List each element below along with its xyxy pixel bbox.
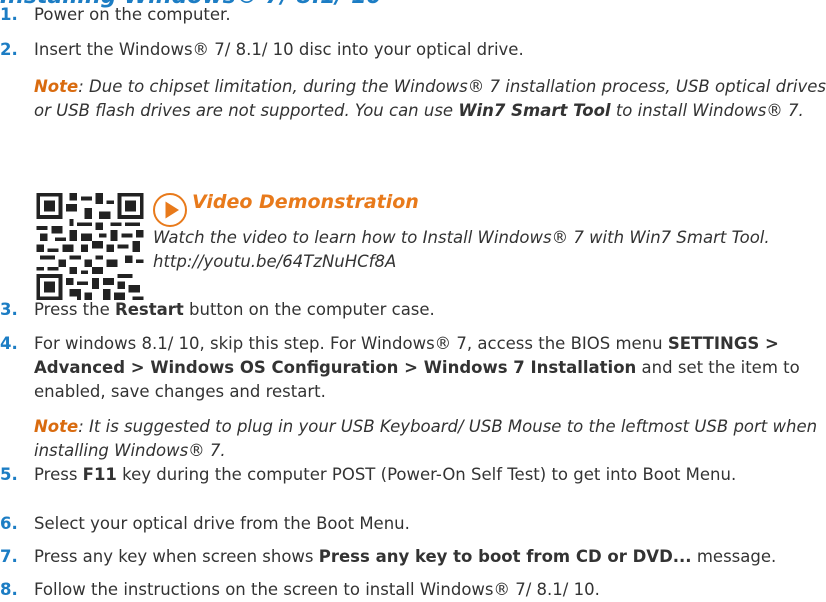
step-4: 4. For windows 8.1/ 10, skip this step. … (0, 332, 826, 404)
play-circle-icon[interactable] (153, 193, 187, 227)
qr-code-icon (36, 193, 144, 300)
step-text: Follow the instructions on the screen to… (34, 580, 600, 599)
step-1: 1. Power on the computer. (0, 3, 826, 27)
note-label: Note (34, 77, 79, 96)
step-text: Select your optical drive from the Boot … (34, 514, 410, 533)
step-number: 4. (0, 334, 18, 353)
step-text: Press any key when screen shows Press an… (34, 547, 777, 566)
step-2: 2. Insert the Windows® 7/ 8.1/ 10 disc i… (0, 38, 826, 62)
step-number: 6. (0, 514, 18, 533)
step-6: 6. Select your optical drive from the Bo… (0, 512, 826, 536)
step-text: Insert the Windows® 7/ 8.1/ 10 disc into… (34, 40, 524, 59)
step-8: 8. Follow the instructions on the screen… (0, 578, 826, 602)
manual-page: Installing Windows® 7/ 8.1/ 10 1. Power … (0, 0, 826, 601)
restart-label: Restart (115, 300, 184, 319)
note-chipset: Note: Due to chipset limitation, during … (34, 75, 826, 123)
note-label: Note (34, 417, 79, 436)
step-text: For windows 8.1/ 10, skip this step. For… (34, 334, 800, 401)
step-number: 7. (0, 547, 18, 566)
boot-message: Press any key to boot from CD or DVD... (318, 547, 692, 566)
step-number: 3. (0, 300, 18, 319)
note-usb-port: Note: It is suggested to plug in your US… (34, 415, 826, 463)
note-text-end: to install Windows® 7. (610, 101, 804, 120)
step-number: 8. (0, 580, 18, 599)
video-demonstration-title: Video Demonstration (192, 191, 419, 213)
step-text: Power on the computer. (34, 5, 231, 24)
f11-key: F11 (82, 465, 117, 484)
note-bold-tool: Win7 Smart Tool (458, 101, 611, 120)
step-number: 1. (0, 5, 18, 24)
step-5: 5. Press F11 key during the computer POS… (0, 463, 826, 487)
step-number: 5. (0, 465, 18, 484)
step-text: Press F11 key during the computer POST (… (34, 465, 737, 484)
video-description[interactable]: Watch the video to learn how to Install … (153, 226, 826, 274)
step-text: Press the Restart button on the computer… (34, 300, 435, 319)
step-number: 2. (0, 40, 18, 59)
step-3: 3. Press the Restart button on the compu… (0, 298, 826, 322)
step-7: 7. Press any key when screen shows Press… (0, 545, 826, 569)
note-text: : It is suggested to plug in your USB Ke… (34, 417, 818, 460)
